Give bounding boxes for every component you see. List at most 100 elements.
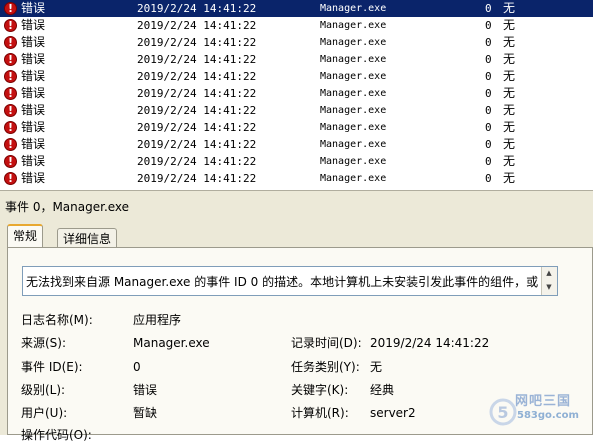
event-row[interactable]: 错误 2019/2/24 14:41:22 Manager.exe 0无: [0, 34, 593, 51]
event-id: 无: [503, 120, 516, 134]
level-value: 错误: [133, 383, 158, 397]
event-datetime: 2019/2/24 14:41:22: [137, 104, 257, 117]
event-source: Manager.exe: [320, 88, 387, 99]
event-level: 错误: [21, 18, 46, 32]
event-row[interactable]: 错误 2019/2/24 14:41:22 Manager.exe 0无: [0, 17, 593, 34]
event-datetime: 2019/2/24 14:41:22: [137, 87, 257, 100]
event-id: 无: [503, 52, 516, 66]
svg-text:5: 5: [497, 403, 508, 422]
event-source: Manager.exe: [320, 3, 387, 14]
event-datetime: 2019/2/24 14:41:22: [137, 70, 257, 83]
event-row[interactable]: 错误 2019/2/24 14:41:22 Manager.exe 0无: [0, 102, 593, 119]
event-row[interactable]: 错误 2019/2/24 14:41:22 Manager.exe 0无: [0, 136, 593, 153]
event-row[interactable]: 错误 2019/2/24 14:41:22 Manager.exe 0无: [0, 85, 593, 102]
computer-value: server2: [370, 406, 416, 420]
event-level: 错误: [21, 52, 46, 66]
log-name-label: 日志名称(M):: [21, 313, 93, 327]
watermark-line2: 583go.com: [517, 410, 579, 421]
error-icon: [4, 119, 17, 136]
event-id: 无: [503, 103, 516, 117]
event-id: 无: [503, 171, 516, 185]
event-datetime: 2019/2/24 14:41:22: [137, 2, 257, 15]
event-source: Manager.exe: [320, 20, 387, 31]
task-category-label: 任务类别(Y):: [291, 360, 360, 374]
watermark-logo-icon: 5: [489, 398, 517, 426]
source-value: Manager.exe: [133, 336, 210, 350]
keywords-value: 经典: [370, 383, 395, 397]
event-level: 错误: [21, 154, 46, 168]
level-label: 级别(L):: [21, 383, 66, 397]
event-level: 错误: [21, 137, 46, 151]
user-label: 用户(U):: [21, 406, 68, 420]
event-datetime: 2019/2/24 14:41:22: [137, 121, 257, 134]
watermark: 5 网吧三国 583go.com: [487, 388, 593, 435]
keywords-label: 关键字(K):: [291, 383, 349, 397]
log-name-value: 应用程序: [133, 313, 182, 327]
event-category: 0: [485, 19, 492, 32]
event-datetime: 2019/2/24 14:41:22: [137, 19, 257, 32]
computer-label: 计算机(R):: [291, 406, 349, 420]
event-category: 0: [485, 70, 492, 83]
event-category: 0: [485, 172, 492, 185]
error-icon: [4, 85, 17, 102]
event-id: 无: [503, 18, 516, 32]
event-id: 无: [503, 154, 516, 168]
event-category: 0: [485, 104, 492, 117]
event-row[interactable]: 错误 2019/2/24 14:41:22 Manager.exe 0无: [0, 170, 593, 187]
error-icon: [4, 102, 17, 119]
event-source: Manager.exe: [320, 54, 387, 65]
opcode-label: 操作代码(O):: [21, 428, 92, 442]
event-datetime: 2019/2/24 14:41:22: [137, 155, 257, 168]
scroll-up-icon[interactable]: ▲: [542, 267, 556, 280]
event-level: 错误: [21, 103, 46, 117]
event-source: Manager.exe: [320, 71, 387, 82]
event-category: 0: [485, 2, 492, 15]
task-category-value: 无: [370, 360, 383, 374]
tab-details[interactable]: 详细信息: [57, 228, 118, 248]
event-level: 错误: [21, 69, 46, 83]
event-id: 无: [503, 69, 516, 83]
event-list[interactable]: 错误2019/2/24 14:41:22Manager.exe0无错误2019/…: [0, 0, 593, 190]
event-level: 错误: [21, 120, 46, 134]
event-datetime: 2019/2/24 14:41:22: [137, 172, 257, 185]
error-icon: [4, 170, 17, 187]
description-scrollbar[interactable]: ▲ ▼: [541, 267, 557, 295]
error-icon: [4, 0, 17, 17]
event-row[interactable]: 错误 2019/2/24 14:41:22 Manager.exe 0无: [0, 153, 593, 170]
event-level: 错误: [21, 35, 46, 49]
event-row[interactable]: 错误 2019/2/24 14:41:22 Manager.exe 0无: [0, 68, 593, 85]
tab-general[interactable]: 常规: [7, 224, 44, 247]
event-id: 无: [503, 137, 516, 151]
event-level: 错误: [21, 86, 46, 100]
event-level: 错误: [21, 171, 46, 185]
event-id-value: 0: [133, 360, 141, 374]
event-source: Manager.exe: [320, 173, 387, 184]
event-level: 错误: [21, 1, 46, 15]
event-category: 0: [485, 87, 492, 100]
event-category: 0: [485, 138, 492, 151]
error-icon: [4, 17, 17, 34]
error-icon: [4, 51, 17, 68]
event-id: 无: [503, 35, 516, 49]
event-id-label: 事件 ID(E):: [21, 360, 83, 374]
event-category: 0: [485, 36, 492, 49]
event-id: 无: [503, 1, 516, 15]
watermark-line1: 网吧三国: [515, 394, 572, 409]
event-source: Manager.exe: [320, 37, 387, 48]
error-icon: [4, 34, 17, 51]
event-source: Manager.exe: [320, 105, 387, 116]
event-source: Manager.exe: [320, 156, 387, 167]
event-row[interactable]: 错误 2019/2/24 14:41:22 Manager.exe 0无: [0, 51, 593, 68]
scroll-down-icon[interactable]: ▼: [542, 281, 556, 294]
event-row[interactable]: 错误 2019/2/24 14:41:22 Manager.exe 0无: [0, 0, 593, 17]
event-source: Manager.exe: [320, 122, 387, 133]
event-category: 0: [485, 155, 492, 168]
description-box[interactable]: 无法找到来自源 Manager.exe 的事件 ID 0 的描述。本地计算机上未…: [22, 266, 558, 296]
event-row[interactable]: 错误 2019/2/24 14:41:22 Manager.exe 0无: [0, 119, 593, 136]
event-datetime: 2019/2/24 14:41:22: [137, 138, 257, 151]
event-id: 无: [503, 86, 516, 100]
event-datetime: 2019/2/24 14:41:22: [137, 53, 257, 66]
event-category: 0: [485, 121, 492, 134]
event-source: Manager.exe: [320, 139, 387, 150]
error-icon: [4, 136, 17, 153]
